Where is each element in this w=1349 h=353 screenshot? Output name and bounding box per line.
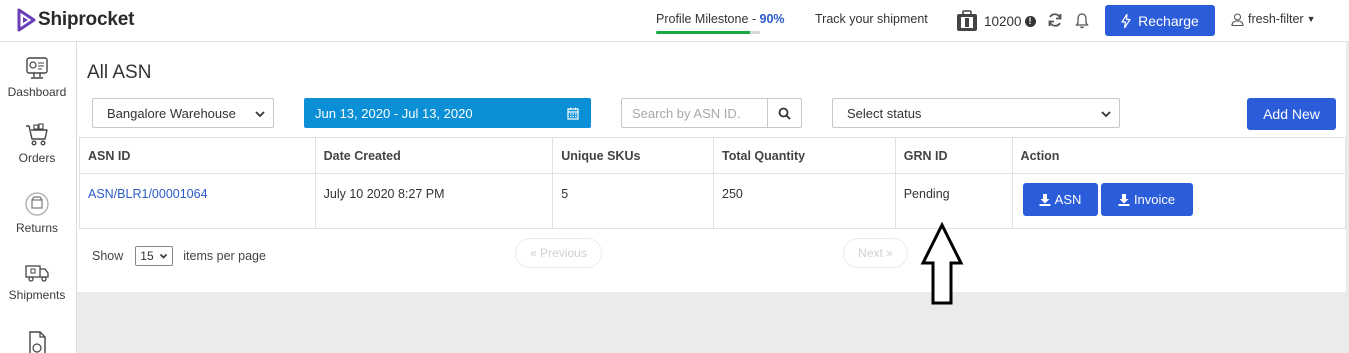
shiprocket-logo-icon: [17, 8, 36, 32]
status-value: Select status: [847, 105, 922, 121]
invoice-button-label: Invoice: [1133, 192, 1176, 207]
warehouse-value: Bangalore Warehouse: [107, 105, 236, 121]
sidebar-item-label: Dashboard: [7, 85, 67, 99]
search-button[interactable]: [767, 99, 801, 127]
table-row: ASN/BLR1/00001064 July 10 2020 8:27 PM 5…: [80, 174, 1345, 228]
asn-id-cell: ASN/BLR1/00001064: [80, 174, 316, 228]
unique-skus-cell: 5: [553, 174, 714, 228]
grn-id-cell: Pending: [896, 174, 1013, 228]
chevron-down-icon: ▼: [1306, 14, 1316, 24]
download-icon: [1118, 193, 1130, 206]
milestone-label: Profile Milestone -: [656, 12, 760, 26]
column-header: ASN ID: [80, 138, 316, 173]
chevron-down-icon: [255, 111, 265, 118]
sidebar-item-label: Shipments: [8, 288, 66, 302]
column-header: Unique SKUs: [553, 138, 714, 173]
sidebar-item-dashboard[interactable]: Dashboard: [0, 56, 74, 99]
user-name: fresh-filter: [1248, 12, 1304, 26]
top-bar: Shiprocket Profile Milestone - 90% Track…: [0, 0, 1349, 42]
status-select[interactable]: Select status: [832, 98, 1120, 128]
sidebar: Dashboard Orders Returns Shipments: [0, 42, 77, 353]
sidebar-item-label: Orders: [18, 151, 56, 165]
brand-logo[interactable]: Shiprocket: [16, 8, 134, 32]
sidebar-item-shipments[interactable]: Shipments: [0, 261, 74, 302]
column-header: GRN ID: [895, 138, 1013, 173]
brand-name: Shiprocket: [38, 9, 135, 30]
refresh-icon[interactable]: [1047, 12, 1063, 28]
warehouse-select[interactable]: Bangalore Warehouse: [92, 98, 274, 128]
page-title: All ASN: [87, 62, 152, 83]
asn-id-link[interactable]: ASN/BLR1/00001064: [88, 187, 208, 201]
next-page-button[interactable]: Next »: [843, 238, 908, 268]
truck-icon: [25, 265, 49, 282]
table-header-row: ASN ID Date Created Unique SKUs Total Qu…: [80, 138, 1346, 174]
track-shipment-link[interactable]: Track your shipment: [815, 12, 928, 26]
sidebar-item-label: Returns: [15, 221, 59, 235]
dashboard-icon: [26, 57, 48, 79]
add-new-button[interactable]: Add New: [1247, 98, 1336, 130]
lightning-icon: [1121, 13, 1131, 28]
document-icon: [29, 331, 46, 353]
chevron-down-icon: [160, 253, 168, 259]
annotation-arrow-icon: [920, 222, 964, 305]
sidebar-item-returns[interactable]: Returns: [0, 190, 74, 235]
user-menu[interactable]: fresh-filter ▼: [1231, 12, 1316, 26]
column-header: Total Quantity: [714, 138, 896, 173]
date-range-picker[interactable]: Jun 13, 2020 - Jul 13, 2020: [304, 98, 591, 128]
profile-milestone[interactable]: Profile Milestone - 90%: [656, 12, 785, 26]
asn-table: ASN ID Date Created Unique SKUs Total Qu…: [79, 137, 1346, 229]
column-header: Date Created: [315, 138, 554, 173]
download-icon: [1039, 193, 1051, 206]
bell-icon[interactable]: [1074, 12, 1090, 29]
search-icon: [778, 107, 791, 120]
chevron-down-icon: [1101, 111, 1111, 118]
wallet-icon: [957, 10, 977, 31]
page-size-select[interactable]: 15: [135, 246, 174, 266]
wallet-balance[interactable]: 10200 !: [955, 9, 1036, 33]
items-per-page-label: items per page: [183, 249, 266, 263]
page-size-value: 15: [140, 249, 154, 263]
download-asn-button[interactable]: ASN: [1022, 183, 1098, 216]
info-icon[interactable]: !: [1024, 15, 1036, 27]
milestone-percent: 90%: [759, 12, 785, 26]
returns-icon: [25, 192, 49, 216]
date-created-cell: July 10 2020 8:27 PM: [316, 174, 554, 228]
asn-button-label: ASN: [1054, 192, 1082, 207]
user-icon: [1231, 12, 1244, 26]
milestone-progress-bar: [656, 31, 760, 34]
download-invoice-button[interactable]: Invoice: [1100, 183, 1193, 216]
column-header: Action: [1012, 138, 1346, 173]
action-cell: ASN Invoice: [1013, 174, 1345, 228]
total-quantity-cell: 250: [714, 174, 896, 228]
asn-search: [621, 98, 802, 128]
main-content: All ASN Bangalore Warehouse Jun 13, 2020…: [77, 42, 1346, 292]
date-range-value: Jun 13, 2020 - Jul 13, 2020: [315, 105, 473, 121]
cart-icon: [26, 123, 48, 146]
wallet-amount: 10200: [984, 13, 1022, 29]
recharge-label: Recharge: [1138, 12, 1199, 29]
sidebar-item-orders[interactable]: Orders: [0, 122, 74, 165]
previous-page-button[interactable]: « Previous: [515, 238, 602, 268]
calendar-icon: [567, 107, 579, 120]
sidebar-item-document[interactable]: [0, 330, 74, 353]
search-input[interactable]: [622, 99, 768, 127]
recharge-button[interactable]: Recharge: [1105, 5, 1215, 36]
milestone-progress-fill: [656, 31, 750, 34]
show-label: Show: [92, 249, 124, 263]
pagination-size: Show 15 items per page: [92, 246, 266, 266]
